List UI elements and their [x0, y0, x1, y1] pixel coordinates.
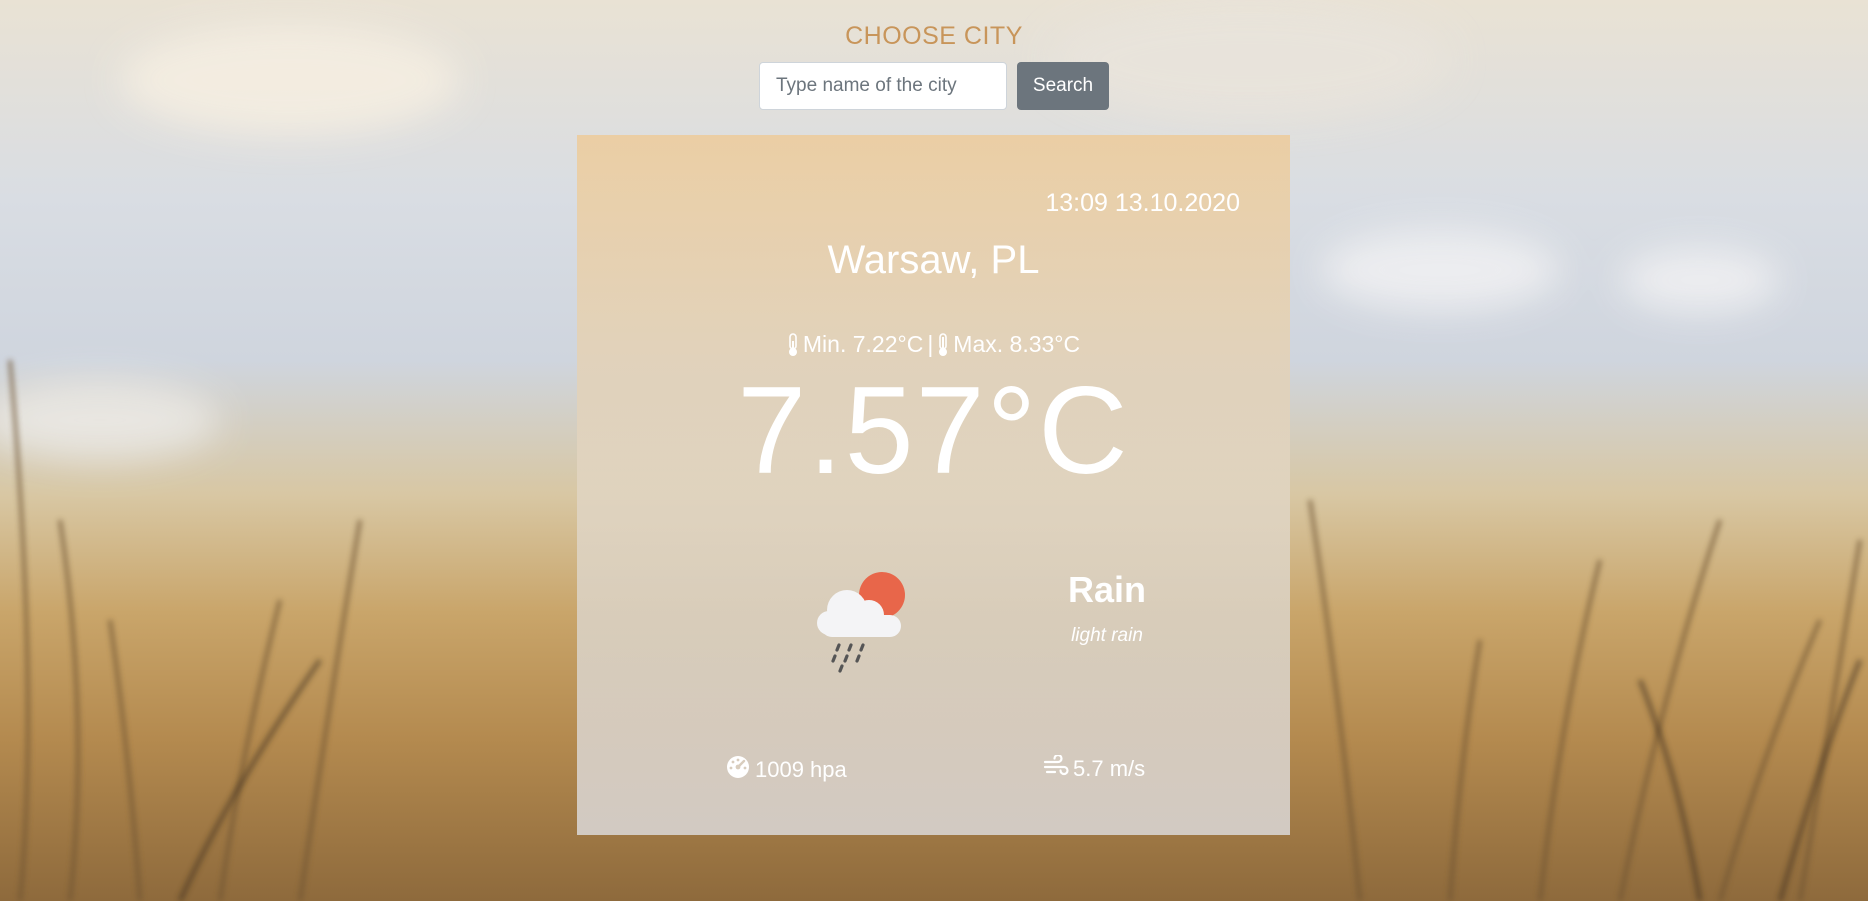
- thermometer-icon: [787, 332, 799, 357]
- min-max-separator: |: [927, 331, 934, 357]
- page-title: CHOOSE CITY: [845, 22, 1023, 50]
- search-bar: Search: [759, 62, 1109, 110]
- weather-condition: Rain: [1067, 569, 1146, 610]
- weather-description: light rain: [1071, 625, 1143, 646]
- min-temperature: Min. 7.22°C: [802, 331, 924, 357]
- pressure-gauge-icon: [725, 755, 751, 785]
- max-temperature: Max. 8.33°C: [953, 331, 1081, 357]
- wind-speed-value: 5.7 m/s: [1073, 756, 1146, 781]
- weather-card: 13:09 13.10.2020 Warsaw, PL Min. 7.22°C …: [577, 135, 1290, 835]
- datetime: 13:09 13.10.2020: [1045, 189, 1240, 217]
- current-temperature: 7.57°C: [737, 362, 1130, 500]
- city-search-input[interactable]: [759, 62, 1007, 110]
- city-name: Warsaw, PL: [827, 238, 1040, 282]
- rain-cloud-sun-icon: [809, 565, 919, 675]
- wind-icon: [1043, 753, 1069, 783]
- wind-readout: 5.7 m/s: [1043, 753, 1146, 783]
- search-button[interactable]: Search: [1017, 62, 1109, 110]
- min-max-temperature: Min. 7.22°C | Max. 8.33°C: [577, 331, 1290, 358]
- pressure-value: 1009 hpa: [755, 757, 847, 782]
- thermometer-icon: [937, 332, 949, 357]
- pressure-readout: 1009 hpa: [725, 755, 847, 785]
